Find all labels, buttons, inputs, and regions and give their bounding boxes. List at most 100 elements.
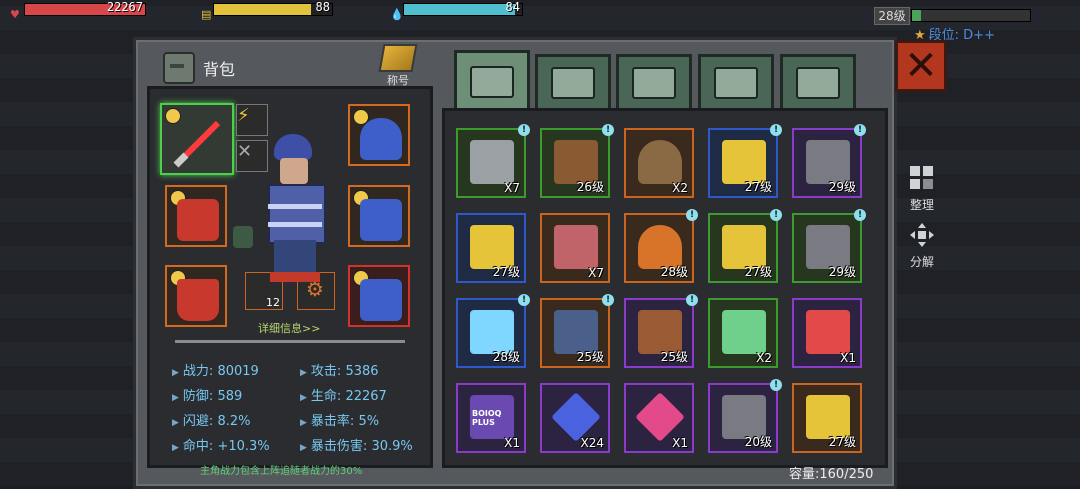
food-icon: [632, 67, 676, 99]
inventory-item-green-device[interactable]: X2: [708, 298, 778, 368]
vest-icon: [177, 199, 219, 241]
head-slot[interactable]: [348, 104, 410, 166]
stat-row: ▶ 战力: 80019: [172, 360, 259, 379]
tab-medical[interactable]: [535, 54, 611, 109]
disassemble-button[interactable]: 分解: [902, 222, 942, 270]
pants-slot[interactable]: [348, 265, 410, 327]
item-count: X1: [840, 351, 856, 365]
weapon-slot[interactable]: [160, 103, 234, 175]
title-badge-icon: [378, 44, 418, 72]
stat-value: 589: [217, 389, 243, 404]
tab-weapons[interactable]: [698, 54, 774, 109]
title-badge-button[interactable]: 称号: [378, 44, 418, 88]
energy-bar: 88: [213, 0, 333, 16]
inventory-item-red-device[interactable]: X1: [792, 298, 862, 368]
energy-value: 88: [315, 0, 330, 14]
inventory-item-plasma-gun[interactable]: 27级!: [708, 124, 782, 198]
stat-row: ▶ 命中: +10.3%: [172, 435, 270, 454]
pants-icon: [360, 279, 402, 321]
stat-label: 暴击伤害:: [310, 439, 372, 454]
inventory-item-pink-crystal[interactable]: X1: [624, 383, 694, 453]
jacket-slot[interactable]: [348, 185, 410, 247]
item-count: X2: [756, 351, 772, 365]
red-device-icon: [806, 310, 850, 354]
inventory-item-meat[interactable]: X7: [540, 213, 610, 283]
mushroom-icon: [638, 140, 682, 184]
inventory-item-plasma-gun[interactable]: 27级!: [708, 209, 782, 283]
item-count: X7: [504, 181, 520, 195]
close-button[interactable]: ✕: [895, 40, 947, 92]
inventory-item-plasma-gun[interactable]: 27级: [792, 383, 862, 453]
blue-crystal-icon: [551, 392, 601, 442]
item-count: X1: [672, 436, 688, 450]
item-count: X1: [504, 436, 520, 450]
disassemble-icon: [910, 223, 934, 247]
water-value: 84: [505, 0, 520, 14]
new-badge-icon: !: [602, 124, 614, 136]
triangle-icon: ▶: [172, 393, 179, 403]
triangle-icon: ▶: [172, 368, 179, 378]
plus-box-icon: BOIOQ PLUS: [470, 395, 514, 439]
item-count: 25级: [576, 350, 604, 364]
boots-icon: [177, 279, 219, 321]
item-count: 28级: [492, 350, 520, 364]
inventory-item-plasma-gun[interactable]: 27级: [456, 213, 526, 283]
sort-label: 整理: [909, 198, 934, 212]
inventory-item-energy-blade[interactable]: 28级!: [456, 294, 530, 368]
stat-label: 防御:: [182, 389, 218, 404]
inventory-item-tools[interactable]: X7!: [456, 124, 530, 198]
boots-slot[interactable]: [165, 265, 227, 327]
item-count: 27级: [744, 265, 772, 279]
inventory-item-mushroom[interactable]: X2: [624, 128, 694, 198]
stat-value: 8.2%: [217, 414, 251, 429]
item-count: X7: [588, 266, 604, 280]
green-device-icon: [722, 310, 766, 354]
energy-bar-fill: [214, 4, 311, 15]
character-stripe: [268, 204, 322, 209]
xp-bar-fill: [912, 10, 922, 21]
inventory-item-boots[interactable]: 25级!: [624, 294, 698, 368]
player-character: [258, 134, 334, 284]
character-legs: [274, 240, 316, 274]
stat-value: +10.3%: [217, 439, 270, 454]
new-badge-icon: !: [854, 209, 866, 221]
stat-row: ▶ 攻击: 5386: [300, 360, 379, 379]
detail-info-link[interactable]: 详细信息>>: [258, 320, 320, 336]
sort-button[interactable]: 整理: [902, 165, 942, 213]
inventory-item-helmet[interactable]: 28级!: [624, 209, 698, 283]
stat-row: ▶ 暴击率: 5%: [300, 410, 379, 429]
grid-sort-icon: [910, 166, 933, 189]
xp-bar: [911, 9, 1031, 22]
inventory-item-plus-box[interactable]: BOIOQ PLUS X1: [456, 383, 526, 453]
backpack-icon: [470, 66, 514, 98]
body-slot[interactable]: [165, 185, 227, 247]
inventory-item-pants[interactable]: 25级!: [540, 294, 614, 368]
sub-weapon-slot-1[interactable]: ⚡: [236, 104, 268, 136]
tab-backpack[interactable]: [454, 50, 530, 111]
inventory-item-blue-crystal[interactable]: X24: [540, 383, 610, 453]
inventory-item-crossbow[interactable]: 20级!: [708, 379, 782, 453]
triangle-icon: ▶: [172, 443, 179, 453]
inventory-item-crossbow[interactable]: 29级!: [792, 209, 866, 283]
inventory-item-crossbow[interactable]: 29级!: [792, 124, 866, 198]
triangle-icon: ▶: [300, 443, 307, 453]
crossbow-icon: ✕: [237, 141, 253, 162]
backpack-icon: [163, 52, 195, 84]
tab-materials[interactable]: [780, 54, 856, 109]
triangle-icon: ▶: [300, 418, 307, 428]
capacity-label: 容量:160/250: [789, 467, 874, 482]
character-shoes: [270, 272, 320, 282]
new-badge-icon: !: [770, 379, 782, 391]
stats-divider: [175, 340, 405, 343]
new-badge-icon: !: [518, 294, 530, 306]
jacket-icon: [360, 199, 402, 241]
gun-icon: [714, 67, 758, 99]
close-icon: ✕: [904, 43, 938, 89]
tab-food[interactable]: [616, 54, 692, 109]
medkit-icon: [551, 67, 595, 99]
water-drop-icon: 💧: [390, 8, 404, 21]
inventory-item-rifle[interactable]: 26级!: [540, 124, 614, 198]
item-count: 26级: [576, 180, 604, 194]
character-body: [268, 184, 326, 244]
level-badge: 28级: [874, 7, 910, 25]
